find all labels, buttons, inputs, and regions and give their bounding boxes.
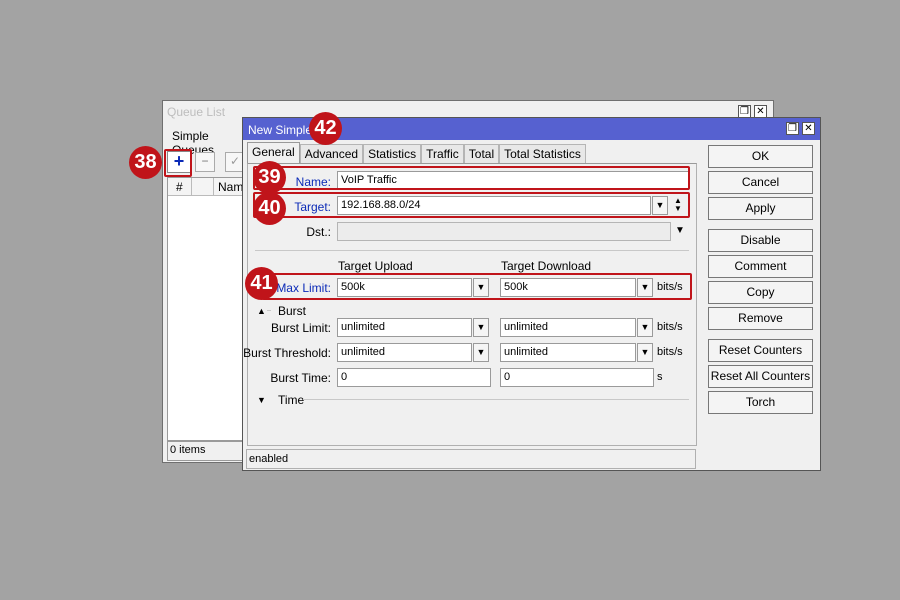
queue-list-title: Queue List [167,105,226,119]
burst-time-unit: s [657,371,663,383]
chevron-down-icon[interactable]: ▼ [637,318,653,337]
burst-time-upload-field[interactable]: 0 [337,368,491,387]
minus-icon[interactable]: − [195,152,215,172]
dialog-tabs: General Advanced Statistics Traffic Tota… [247,142,586,164]
step-badge-39: 39 [253,161,286,194]
chevron-down-icon[interactable]: ▼ [637,343,653,362]
tab-advanced[interactable]: Advanced [299,144,364,163]
burst-threshold-unit: bits/s [657,346,683,358]
tab-general[interactable]: General [247,142,300,163]
cancel-button[interactable]: Cancel [708,171,813,194]
dialog-status: enabled [246,449,696,469]
divider [267,310,271,311]
disable-button[interactable]: Disable [708,229,813,252]
torch-button[interactable]: Torch [708,391,813,414]
target-upload-header: Target Upload [338,259,413,273]
burst-threshold-upload-field[interactable]: unlimited [337,343,472,362]
highlight-max-limit-row [262,273,692,300]
expand-icon[interactable]: ▼ [257,395,266,405]
burst-section-label[interactable]: Burst [278,304,306,318]
highlight-add-button [164,149,192,177]
highlight-target-row [253,192,690,218]
chevron-down-icon[interactable]: ▼ [473,318,489,337]
highlight-name-row [253,166,690,190]
collapse-icon[interactable]: ▲ [257,306,266,316]
close-icon[interactable]: ✕ [802,122,815,135]
reset-all-counters-button[interactable]: Reset All Counters [708,365,813,388]
step-badge-40: 40 [253,192,286,225]
tab-total-statistics[interactable]: Total Statistics [499,144,586,163]
tab-traffic[interactable]: Traffic [421,144,464,163]
tab-simple-queues[interactable]: Simple Queues [167,125,247,157]
dropdown-triangle-icon[interactable]: ▼ [674,225,686,237]
remove-button[interactable]: Remove [708,307,813,330]
copy-button[interactable]: Copy [708,281,813,304]
divider [255,250,689,251]
tab-total[interactable]: Total [463,144,500,163]
target-download-header: Target Download [501,259,592,273]
step-badge-42: 42 [309,112,342,145]
burst-limit-upload-field[interactable]: unlimited [337,318,472,337]
comment-button[interactable]: Comment [708,255,813,278]
burst-threshold-label: Burst Threshold: [243,346,331,360]
divider [303,399,689,400]
burst-limit-label: Burst Limit: [270,321,331,335]
step-badge-38: 38 [129,146,162,179]
reset-counters-button[interactable]: Reset Counters [708,339,813,362]
burst-time-download-field[interactable]: 0 [500,368,654,387]
restore-icon[interactable]: ❐ [786,122,799,135]
column-header-hash[interactable]: # [168,178,192,196]
tab-statistics[interactable]: Statistics [363,144,422,163]
burst-time-label: Burst Time: [270,371,331,385]
dst-label: Dst.: [306,225,331,239]
column-header-flags[interactable] [192,178,214,196]
dst-field[interactable] [337,222,671,241]
ok-button[interactable]: OK [708,145,813,168]
time-section-label[interactable]: Time [278,393,304,407]
burst-limit-download-field[interactable]: unlimited [500,318,636,337]
burst-threshold-download-field[interactable]: unlimited [500,343,636,362]
step-badge-41: 41 [245,267,278,300]
burst-limit-unit: bits/s [657,321,683,333]
chevron-down-icon[interactable]: ▼ [473,343,489,362]
apply-button[interactable]: Apply [708,197,813,220]
